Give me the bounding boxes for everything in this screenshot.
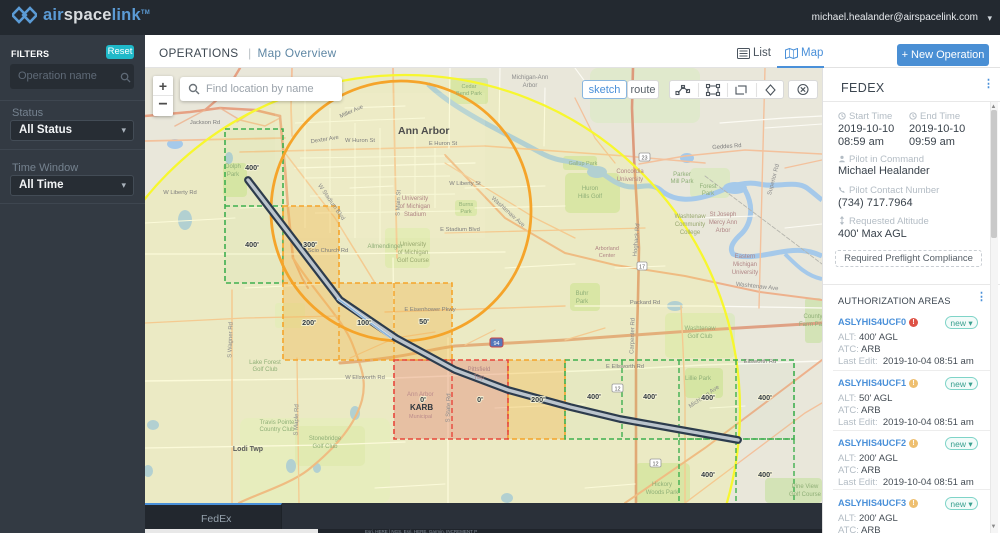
svg-text:200': 200' (531, 395, 545, 404)
svg-text:12: 12 (614, 387, 620, 393)
svg-text:Lake Forest: Lake Forest (249, 360, 281, 366)
svg-text:12: 12 (652, 462, 658, 468)
svg-text:Golf Club: Golf Club (687, 334, 713, 340)
svg-text:University: University (400, 242, 426, 248)
svg-text:Golf Course: Golf Course (789, 492, 822, 498)
svg-text:Park: Park (702, 191, 715, 197)
svg-text:Municipal: Municipal (409, 414, 432, 420)
svg-text:Twp: Twp (473, 375, 485, 381)
svg-text:Travis Pointe: Travis Pointe (260, 420, 295, 426)
svg-text:University: University (402, 196, 428, 202)
svg-text:Bend Park: Bend Park (456, 91, 482, 97)
svg-text:Ann Arbor: Ann Arbor (407, 392, 434, 398)
svg-text:200': 200' (302, 318, 316, 327)
svg-text:Washtenaw: Washtenaw (674, 214, 706, 220)
svg-text:W Liberty Rd: W Liberty Rd (163, 190, 197, 196)
svg-text:Golf Club: Golf Club (312, 444, 338, 450)
svg-text:Mercy Ann: Mercy Ann (709, 220, 737, 226)
svg-text:94: 94 (493, 341, 499, 347)
svg-text:Woods Park: Woods Park (646, 490, 680, 496)
svg-text:Arborland: Arborland (595, 246, 619, 252)
svg-text:Forest: Forest (699, 184, 716, 190)
svg-text:Pine View: Pine View (792, 484, 819, 490)
svg-text:Park: Park (460, 209, 472, 215)
svg-text:Park: Park (227, 172, 240, 178)
svg-text:Buhr: Buhr (576, 291, 589, 297)
svg-text:Community: Community (675, 222, 705, 228)
svg-text:Stonebridge: Stonebridge (309, 436, 342, 442)
svg-text:Arbor: Arbor (523, 83, 538, 89)
svg-text:E Huron St: E Huron St (429, 141, 458, 147)
svg-text:0': 0' (477, 395, 483, 404)
svg-text:Arbor: Arbor (716, 228, 731, 234)
svg-text:400': 400' (587, 392, 601, 401)
svg-text:Hills Golf: Hills Golf (578, 194, 602, 200)
svg-text:Gallup Park: Gallup Park (569, 161, 598, 167)
svg-text:400': 400' (758, 470, 772, 479)
svg-text:S Main St: S Main St (396, 190, 403, 217)
svg-text:Washtenaw: Washtenaw (684, 326, 716, 332)
svg-text:of Michigan: of Michigan (400, 204, 431, 210)
svg-text:W Ellsworth Rd: W Ellsworth Rd (345, 375, 385, 381)
svg-text:University: University (732, 270, 758, 276)
svg-text:University: University (617, 177, 643, 183)
svg-text:400': 400' (245, 240, 259, 249)
svg-text:Michigan: Michigan (733, 262, 757, 268)
svg-text:Cedar: Cedar (462, 84, 477, 90)
svg-text:300': 300' (303, 240, 317, 249)
svg-text:S Wagner Rd: S Wagner Rd (227, 322, 234, 358)
svg-text:Carpenter Rd: Carpenter Rd (629, 318, 636, 354)
svg-text:KARB: KARB (410, 403, 433, 412)
svg-text:E Eisenhower Pkwy: E Eisenhower Pkwy (404, 307, 455, 313)
svg-text:Jackson Rd: Jackson Rd (190, 120, 220, 126)
svg-text:Park: Park (576, 299, 589, 305)
svg-text:Stadium: Stadium (404, 212, 426, 218)
svg-text:100': 100' (357, 318, 371, 327)
svg-text:Center: Center (599, 253, 616, 259)
svg-text:Farm Park: Farm Park (799, 322, 822, 328)
svg-text:Ann Arbor: Ann Arbor (398, 125, 450, 137)
svg-text:23: 23 (641, 156, 647, 162)
svg-text:400': 400' (245, 163, 259, 172)
svg-text:Mill Park: Mill Park (670, 179, 694, 185)
svg-text:S Maple Rd: S Maple Rd (293, 404, 300, 436)
svg-text:W Liberty St: W Liberty St (449, 181, 481, 187)
svg-text:W Huron St: W Huron St (345, 138, 375, 144)
svg-text:Huron: Huron (582, 186, 598, 192)
svg-text:400': 400' (701, 393, 715, 402)
svg-text:Lodi Twp: Lodi Twp (233, 446, 263, 453)
svg-text:Ellsworth Rd: Ellsworth Rd (744, 359, 777, 365)
svg-text:Hickory: Hickory (652, 482, 672, 488)
svg-text:County: County (803, 314, 822, 320)
svg-text:Golf Club: Golf Club (252, 367, 278, 373)
svg-text:400': 400' (643, 392, 657, 401)
svg-text:Dolph: Dolph (225, 164, 241, 170)
svg-text:Burns: Burns (459, 202, 474, 208)
svg-text:of Michigan: of Michigan (398, 250, 429, 256)
svg-text:17: 17 (639, 265, 645, 271)
svg-text:Lillie Park: Lillie Park (685, 376, 712, 382)
svg-text:E Ellsworth Rd: E Ellsworth Rd (606, 364, 644, 370)
svg-text:Golf Course: Golf Course (397, 258, 430, 264)
svg-text:St Joseph: St Joseph (710, 212, 737, 218)
svg-text:Country Club: Country Club (259, 427, 295, 433)
svg-text:Packard Rd: Packard Rd (630, 300, 660, 306)
svg-text:Eastern: Eastern (735, 254, 756, 260)
svg-text:Parker: Parker (673, 172, 691, 178)
svg-text:Concordia: Concordia (616, 169, 644, 175)
svg-text:50': 50' (419, 317, 429, 326)
svg-text:E Stadium Blvd: E Stadium Blvd (440, 227, 480, 233)
svg-text:400': 400' (758, 393, 772, 402)
svg-text:400': 400' (701, 470, 715, 479)
svg-text:College: College (680, 230, 701, 236)
svg-text:S State Rd: S State Rd (445, 393, 452, 422)
svg-text:Pittsfield: Pittsfield (468, 367, 491, 373)
svg-text:Michigan-Ann: Michigan-Ann (512, 75, 549, 81)
